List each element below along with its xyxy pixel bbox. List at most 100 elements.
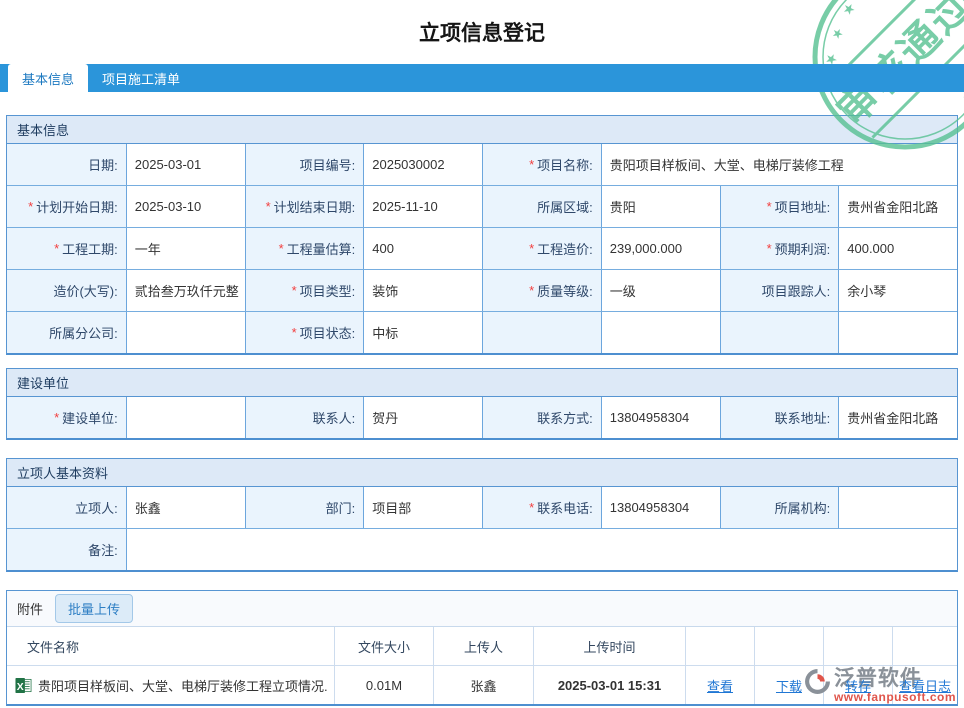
- required-star: *: [291, 325, 297, 340]
- cost-words-label: 造价(大写):: [7, 270, 126, 311]
- form-row: 日期: 2025-03-01 项目编号: 2025030002 * 项目名称: 贵…: [7, 144, 957, 185]
- tel-label: * 联系电话:: [482, 487, 601, 528]
- contact-addr-label: 联系地址:: [719, 397, 839, 438]
- applicant-name-label: 立项人:: [7, 487, 126, 528]
- required-star: *: [54, 241, 60, 256]
- plan-end-label: * 计划结束日期:: [244, 186, 364, 227]
- col-file-size: 文件大小: [334, 627, 433, 665]
- basic-info-section: 基本信息 日期: 2025-03-01 项目编号: 2025030002 * 项目…: [6, 115, 958, 355]
- remark-value: [125, 529, 957, 570]
- uploader-cell: 张鑫: [433, 666, 533, 704]
- branch-label: 所属分公司:: [7, 312, 126, 353]
- save-as-link[interactable]: 转存: [845, 676, 871, 695]
- project-name-value: 贵阳项目样板间、大堂、电梯厅装修工程: [600, 144, 957, 185]
- col-action: [892, 627, 957, 665]
- required-star: *: [265, 199, 271, 214]
- required-star: *: [529, 500, 535, 515]
- duration-value: 一年: [125, 228, 245, 269]
- quantity-label: * 工程量估算:: [244, 228, 364, 269]
- builder-unit-section-title: 建设单位: [7, 369, 957, 397]
- empty-label-cell: [719, 312, 839, 353]
- col-action: [823, 627, 892, 665]
- quality-value: 一级: [600, 270, 720, 311]
- region-label: 所属区域:: [482, 186, 601, 227]
- builder-unit-section: 建设单位 * 建设单位: 联系人: 贺丹 联系方式: 13804958304 联系…: [6, 368, 958, 440]
- attachment-table-header: 文件名称 文件大小 上传人 上传时间: [7, 627, 957, 665]
- form-row: * 计划开始日期: 2025-03-10 * 计划结束日期: 2025-11-10 …: [7, 185, 957, 227]
- tracker-value: 余小琴: [838, 270, 957, 311]
- file-name-cell: X 贵阳项目样板间、大堂、电梯厅装修工程立项情况.: [7, 666, 334, 704]
- form-row: 造价(大写): 贰拾叁万玖仟元整 * 项目类型: 装饰 * 质量等级: 一级 项目跟…: [7, 269, 957, 311]
- svg-text:X: X: [17, 681, 24, 692]
- required-star: *: [54, 410, 60, 425]
- file-name: 贵阳项目样板间、大堂、电梯厅装修工程立项情况.: [38, 678, 328, 694]
- contact-phone-value: 13804958304: [600, 397, 720, 438]
- main-content: 基本信息 日期: 2025-03-01 项目编号: 2025030002 * 项目…: [0, 115, 964, 706]
- fanpu-logo-icon: [804, 669, 830, 694]
- contact-label: 联系人:: [244, 397, 364, 438]
- profit-value: 400.000: [838, 228, 957, 269]
- branch-value: [125, 312, 245, 353]
- form-row: 所属分公司: * 项目状态: 中标: [7, 311, 957, 353]
- empty-value-cell: [600, 312, 720, 353]
- cost-label: * 工程造价:: [482, 228, 601, 269]
- attachment-header: 附件 批量上传: [7, 591, 957, 627]
- page-title: 立项信息登记: [419, 22, 545, 45]
- required-star: *: [766, 241, 772, 256]
- org-value: [838, 487, 957, 528]
- profit-label: * 预期利润:: [719, 228, 839, 269]
- dept-value: 项目部: [363, 487, 482, 528]
- required-star: *: [278, 241, 284, 256]
- address-value: 贵州省金阳北路: [838, 186, 957, 227]
- dept-label: 部门:: [244, 487, 364, 528]
- form-row: 立项人: 张鑫 部门: 项目部 * 联系电话: 13804958304 所属机构:: [7, 487, 957, 528]
- tab-bar: 基本信息 项目施工清单: [0, 64, 964, 92]
- plan-start-value: 2025-03-10: [125, 186, 245, 227]
- required-star: *: [28, 199, 34, 214]
- col-upload-time: 上传时间: [533, 627, 685, 665]
- form-row: 备注:: [7, 528, 957, 570]
- project-no-value: 2025030002: [363, 144, 482, 185]
- view-log-link[interactable]: 查看日志: [899, 676, 951, 695]
- address-label: * 项目地址:: [719, 186, 839, 227]
- duration-label: * 工程工期:: [7, 228, 126, 269]
- region-value: 贵阳: [600, 186, 720, 227]
- required-star: *: [529, 241, 535, 256]
- empty-label-cell: [482, 312, 601, 353]
- attachment-title: 附件: [17, 602, 44, 617]
- col-action: [685, 627, 754, 665]
- date-label: 日期:: [7, 144, 126, 185]
- basic-info-section-title: 基本信息: [7, 116, 957, 144]
- required-star: *: [529, 157, 535, 172]
- cost-words-value: 贰拾叁万玖仟元整: [125, 270, 245, 311]
- required-star: *: [529, 283, 535, 298]
- batch-upload-button[interactable]: 批量上传: [55, 594, 134, 623]
- status-label: * 项目状态:: [244, 312, 364, 353]
- form-row: * 建设单位: 联系人: 贺丹 联系方式: 13804958304 联系地址: 贵…: [7, 397, 957, 438]
- builder-unit-label: * 建设单位:: [7, 397, 126, 438]
- col-uploader: 上传人: [433, 627, 533, 665]
- download-link[interactable]: 下载: [776, 676, 802, 695]
- contact-value: 贺丹: [363, 397, 482, 438]
- empty-value-cell: [838, 312, 957, 353]
- project-no-label: 项目编号:: [244, 144, 364, 185]
- plan-start-label: * 计划开始日期:: [7, 186, 126, 227]
- tracker-label: 项目跟踪人:: [719, 270, 839, 311]
- view-link[interactable]: 查看: [707, 676, 733, 695]
- builder-unit-value: [125, 397, 245, 438]
- cost-value: 239,000.000: [600, 228, 720, 269]
- form-row: * 工程工期: 一年 * 工程量估算: 400 * 工程造价: 239,000.000…: [7, 227, 957, 269]
- applicant-section: 立项人基本资料 立项人: 张鑫 部门: 项目部 * 联系电话: 138049583…: [6, 458, 958, 572]
- project-name-label: * 项目名称:: [482, 144, 601, 185]
- quantity-value: 400: [363, 228, 482, 269]
- remark-label: 备注:: [7, 529, 126, 570]
- tab-basic-info[interactable]: 基本信息: [8, 64, 89, 92]
- col-file-name: 文件名称: [27, 639, 80, 655]
- quality-label: * 质量等级:: [482, 270, 601, 311]
- plan-end-value: 2025-11-10: [363, 186, 482, 227]
- tab-construction-list[interactable]: 项目施工清单: [88, 64, 194, 92]
- project-type-value: 装饰: [363, 270, 482, 311]
- col-action: [754, 627, 823, 665]
- upload-time-cell: 2025-03-01 15:31: [533, 666, 685, 704]
- date-value: 2025-03-01: [125, 144, 245, 185]
